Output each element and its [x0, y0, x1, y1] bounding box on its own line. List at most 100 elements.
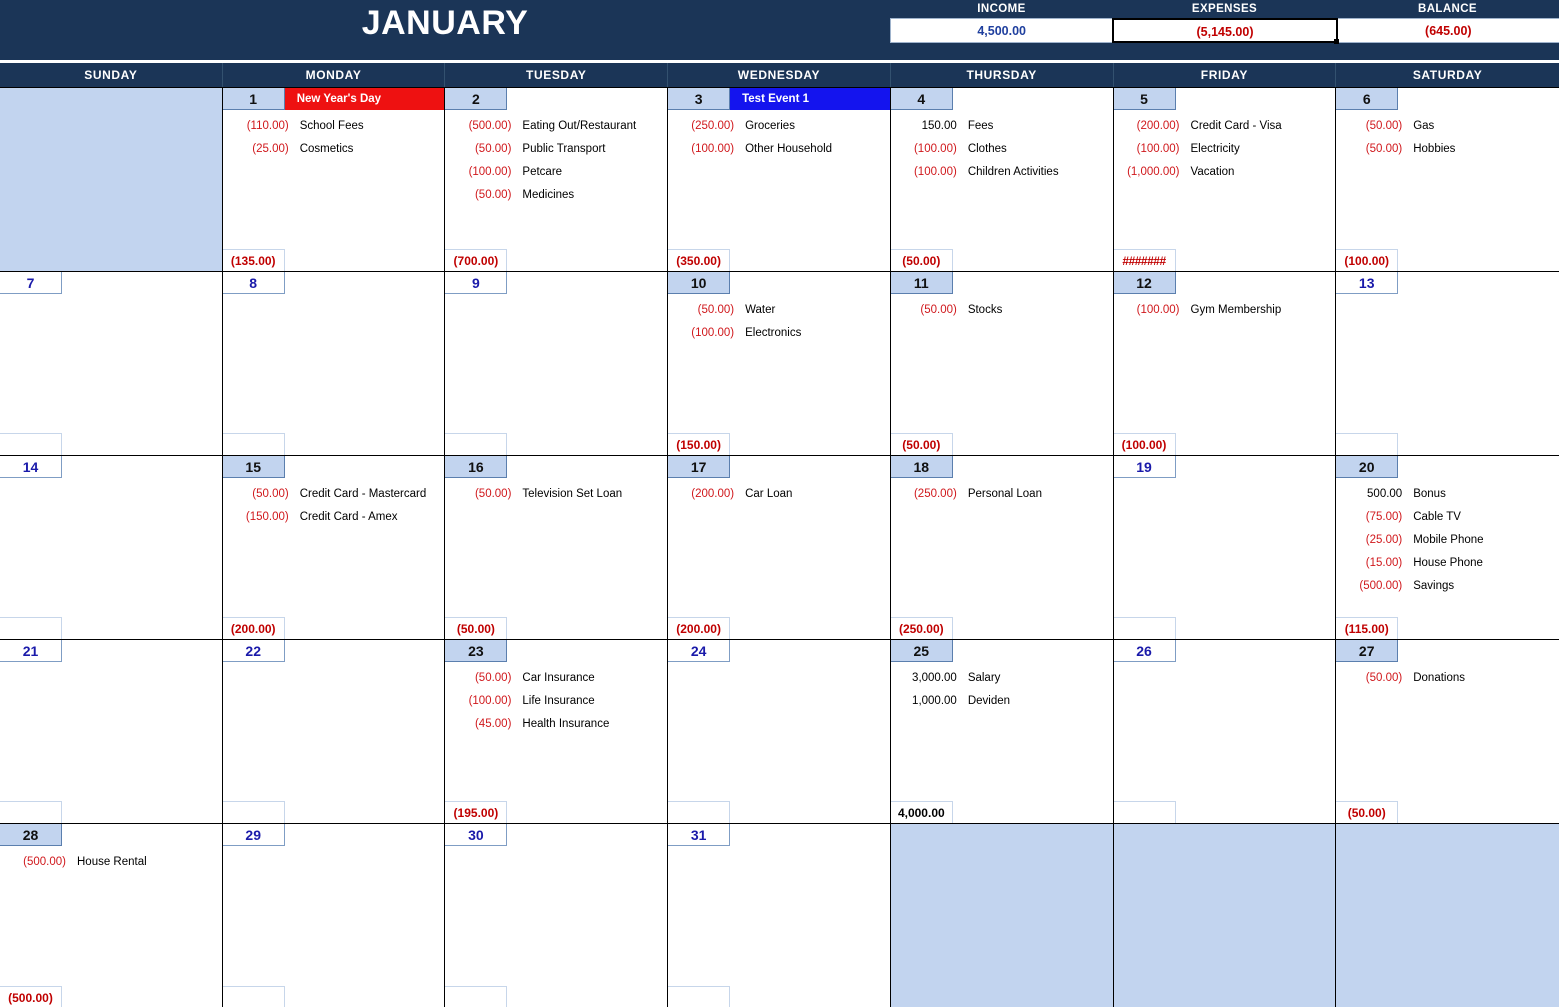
day-entry[interactable]: (250.00) Groceries: [668, 114, 890, 137]
calendar-day-cell[interactable]: 16 (50.00) Television Set Loan (50.00): [445, 456, 669, 639]
day-number[interactable]: 18: [890, 456, 953, 478]
day-total[interactable]: (150.00): [668, 433, 731, 455]
day-entry[interactable]: 1,000.00 Deviden: [891, 689, 1113, 712]
day-event-banner[interactable]: Test Event 1: [730, 88, 890, 110]
calendar-day-cell[interactable]: 25 3,000.00 Salary 1,000.00 Deviden 4,000.00: [890, 640, 1114, 823]
day-number[interactable]: 17: [668, 456, 731, 478]
day-total[interactable]: (200.00): [222, 617, 285, 639]
day-total[interactable]: (50.00): [890, 433, 953, 455]
day-number[interactable]: 28: [0, 824, 62, 846]
day-entry[interactable]: (100.00) Clothes: [891, 137, 1113, 160]
day-entry[interactable]: 500.00 Bonus: [1336, 482, 1559, 505]
calendar-day-cell[interactable]: 11 (50.00) Stocks (50.00): [890, 272, 1114, 455]
day-entry[interactable]: (100.00) Electricity: [1114, 137, 1336, 160]
day-entry[interactable]: (50.00) Television Set Loan: [445, 482, 667, 505]
calendar-day-cell[interactable]: 23 (50.00) Car Insurance (100.00) Life Insur…: [445, 640, 669, 823]
day-entry[interactable]: (50.00) Water: [668, 298, 890, 321]
day-total[interactable]: (500.00): [0, 986, 62, 1007]
selection-handle[interactable]: [1333, 39, 1339, 44]
day-total[interactable]: [222, 801, 285, 823]
calendar-day-cell[interactable]: 9: [445, 272, 669, 455]
day-entry[interactable]: (50.00) Hobbies: [1336, 137, 1559, 160]
calendar-day-cell[interactable]: 26: [1113, 640, 1337, 823]
calendar-day-cell[interactable]: 18 (250.00) Personal Loan (250.00): [890, 456, 1114, 639]
day-entry[interactable]: (110.00) School Fees: [223, 114, 445, 137]
day-total[interactable]: 4,000.00: [890, 801, 953, 823]
calendar-day-cell[interactable]: 17 (200.00) Car Loan (200.00): [668, 456, 891, 639]
calendar-day-cell[interactable]: 30: [445, 824, 669, 1007]
day-entry[interactable]: (200.00) Car Loan: [668, 482, 890, 505]
day-total[interactable]: [1336, 433, 1399, 455]
day-entry[interactable]: (25.00) Cosmetics: [223, 137, 445, 160]
calendar-day-cell[interactable]: 29: [222, 824, 446, 1007]
day-total[interactable]: [445, 986, 508, 1007]
day-entry[interactable]: (100.00) Children Activities: [891, 160, 1113, 183]
calendar-day-cell[interactable]: 12 (100.00) Gym Membership (100.00): [1113, 272, 1337, 455]
day-number[interactable]: 22: [222, 640, 285, 662]
day-entry[interactable]: (500.00) House Rental: [0, 850, 222, 873]
day-number[interactable]: 21: [0, 640, 62, 662]
day-entry[interactable]: (200.00) Credit Card - Visa: [1114, 114, 1336, 137]
day-number[interactable]: 4: [890, 88, 953, 110]
day-entry[interactable]: (250.00) Personal Loan: [891, 482, 1113, 505]
day-total[interactable]: [0, 433, 62, 455]
day-number[interactable]: 1: [222, 88, 285, 110]
day-number[interactable]: 30: [445, 824, 508, 846]
day-total[interactable]: [1113, 801, 1176, 823]
day-number[interactable]: 27: [1336, 640, 1399, 662]
day-total[interactable]: (50.00): [445, 617, 508, 639]
calendar-day-cell[interactable]: 1 New Year's Day (110.00) School Fees (25.00…: [222, 88, 446, 271]
day-total[interactable]: (50.00): [1336, 801, 1399, 823]
day-total[interactable]: (250.00): [890, 617, 953, 639]
day-total[interactable]: (200.00): [668, 617, 731, 639]
summary-value-expenses[interactable]: (5,145.00): [1112, 18, 1339, 44]
day-total[interactable]: [668, 801, 731, 823]
day-number[interactable]: 23: [445, 640, 508, 662]
day-total[interactable]: (115.00): [1336, 617, 1399, 639]
day-entry[interactable]: 150.00 Fees: [891, 114, 1113, 137]
calendar-day-cell[interactable]: 8: [222, 272, 446, 455]
day-total[interactable]: (135.00): [222, 249, 285, 271]
day-entry[interactable]: (45.00) Health Insurance: [445, 712, 667, 735]
day-entry[interactable]: (100.00) Petcare: [445, 160, 667, 183]
calendar-day-cell[interactable]: 4 150.00 Fees (100.00) Clothes (100.00) Childr…: [890, 88, 1114, 271]
calendar-day-cell[interactable]: 6 (50.00) Gas (50.00) Hobbies (100.00): [1336, 88, 1559, 271]
day-total[interactable]: (350.00): [668, 249, 731, 271]
day-number[interactable]: 24: [668, 640, 731, 662]
day-number[interactable]: 5: [1113, 88, 1176, 110]
day-number[interactable]: 8: [222, 272, 285, 294]
day-number[interactable]: 19: [1113, 456, 1176, 478]
day-entry[interactable]: (50.00) Public Transport: [445, 137, 667, 160]
day-total[interactable]: [222, 986, 285, 1007]
summary-value-balance[interactable]: (645.00): [1336, 18, 1559, 43]
day-entry[interactable]: (50.00) Gas: [1336, 114, 1559, 137]
day-entry[interactable]: (50.00) Car Insurance: [445, 666, 667, 689]
calendar-day-cell[interactable]: 10 (50.00) Water (100.00) Electronics (150.00…: [668, 272, 891, 455]
day-entry[interactable]: (50.00) Medicines: [445, 183, 667, 206]
day-number[interactable]: 29: [222, 824, 285, 846]
day-number[interactable]: 14: [0, 456, 62, 478]
calendar-day-cell[interactable]: 15 (50.00) Credit Card - Mastercard (150.00…: [222, 456, 446, 639]
day-number[interactable]: 26: [1113, 640, 1176, 662]
day-total[interactable]: (700.00): [445, 249, 508, 271]
day-entry[interactable]: (100.00) Gym Membership: [1114, 298, 1336, 321]
day-number[interactable]: 6: [1336, 88, 1399, 110]
day-number[interactable]: 7: [0, 272, 62, 294]
day-number[interactable]: 20: [1336, 456, 1399, 478]
day-number[interactable]: 10: [668, 272, 731, 294]
day-entry[interactable]: (100.00) Life Insurance: [445, 689, 667, 712]
day-entry[interactable]: (500.00) Savings: [1336, 574, 1559, 597]
day-total[interactable]: [222, 433, 285, 455]
day-entry[interactable]: (15.00) House Phone: [1336, 551, 1559, 574]
day-entry[interactable]: (25.00) Mobile Phone: [1336, 528, 1559, 551]
calendar-day-cell[interactable]: 14: [0, 456, 223, 639]
day-number[interactable]: 11: [890, 272, 953, 294]
day-total[interactable]: #######: [1113, 249, 1176, 271]
calendar-day-cell[interactable]: 7: [0, 272, 223, 455]
calendar-day-cell[interactable]: 24: [668, 640, 891, 823]
day-number[interactable]: 31: [668, 824, 731, 846]
day-entry[interactable]: (500.00) Eating Out/Restaurant: [445, 114, 667, 137]
calendar-day-cell[interactable]: 28 (500.00) House Rental (500.00): [0, 824, 223, 1007]
calendar-day-cell[interactable]: 27 (50.00) Donations (50.00): [1336, 640, 1559, 823]
calendar-day-cell[interactable]: 5 (200.00) Credit Card - Visa (100.00) Elect…: [1113, 88, 1337, 271]
